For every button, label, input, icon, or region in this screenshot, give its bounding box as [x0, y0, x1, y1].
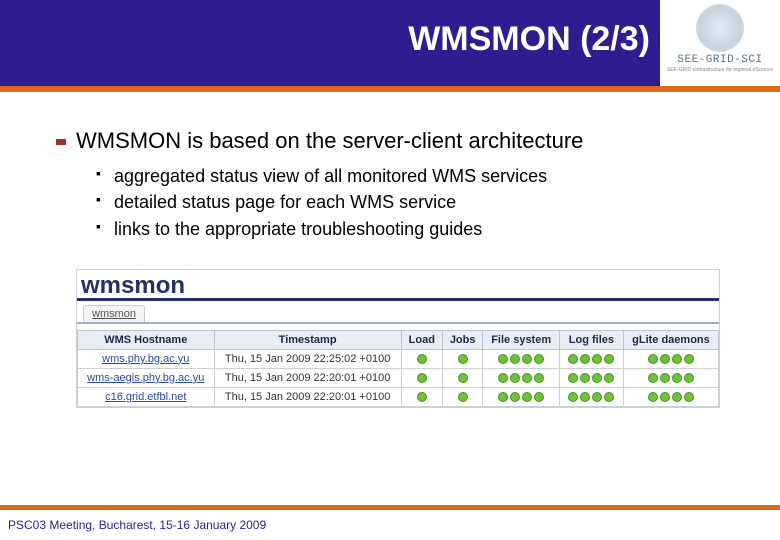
status-dot-icon — [580, 373, 590, 383]
host-link[interactable]: wms-aegis.phy.bg.ac.yu — [87, 372, 204, 384]
slide: WMSMON (2/3) SEE-GRID-SCI SEE-GRID eInfr… — [0, 0, 780, 540]
main-bullet: WMSMON is based on the server-client arc… — [56, 128, 740, 154]
cell-timestamp: Thu, 15 Jan 2009 22:20:01 +0100 — [214, 368, 401, 387]
cell-load — [401, 387, 442, 406]
status-dot-icon — [510, 373, 520, 383]
cell-logfiles — [559, 368, 623, 387]
table-row: wms-aegis.phy.bg.ac.yu Thu, 15 Jan 2009 2… — [78, 368, 719, 387]
sub-bullet: detailed status page for each WMS servic… — [96, 190, 740, 214]
status-dot-icon — [672, 373, 682, 383]
sub-bullet: aggregated status view of all monitored … — [96, 164, 740, 188]
logo-text: SEE-GRID-SCI — [660, 54, 780, 66]
cell-jobs — [442, 349, 483, 368]
col-filesystem: File system — [483, 330, 559, 349]
status-dot-icon — [498, 373, 508, 383]
slide-header: WMSMON (2/3) SEE-GRID-SCI SEE-GRID eInfr… — [0, 0, 780, 86]
status-dot-icon — [684, 373, 694, 383]
tab-wmsmon[interactable]: wmsmon — [83, 305, 145, 322]
status-dot-icon — [568, 354, 578, 364]
status-dot-icon — [604, 392, 614, 402]
status-dot-icon — [604, 373, 614, 383]
status-dot-icon — [592, 392, 602, 402]
status-dot-icon — [604, 354, 614, 364]
slide-title: WMSMON (2/3) — [408, 20, 650, 59]
table-row: c16.grid.etfbl.net Thu, 15 Jan 2009 22:20… — [78, 387, 719, 406]
col-timestamp: Timestamp — [214, 330, 401, 349]
logo-box: SEE-GRID-SCI SEE-GRID eInfrastructure fo… — [660, 0, 780, 86]
status-dot-icon — [684, 354, 694, 364]
status-dot-icon — [498, 392, 508, 402]
wmsmon-logo: wmsmon — [77, 270, 719, 301]
status-dot-icon — [458, 392, 468, 402]
host-link[interactable]: wms.phy.bg.ac.yu — [102, 353, 189, 365]
status-dot-icon — [648, 354, 658, 364]
status-table: WMS Hostname Timestamp Load Jobs File sy… — [77, 330, 719, 407]
status-dot-icon — [417, 354, 427, 364]
cell-timestamp: Thu, 15 Jan 2009 22:20:01 +0100 — [214, 387, 401, 406]
cell-daemons — [623, 368, 718, 387]
status-dot-icon — [510, 392, 520, 402]
cell-hostname: c16.grid.etfbl.net — [78, 387, 215, 406]
status-dot-icon — [660, 354, 670, 364]
cell-hostname: wms.phy.bg.ac.yu — [78, 349, 215, 368]
cell-hostname: wms-aegis.phy.bg.ac.yu — [78, 368, 215, 387]
cell-timestamp: Thu, 15 Jan 2009 22:25:02 +0100 — [214, 349, 401, 368]
logo-subtitle: SEE-GRID eInfrastructure for regional eS… — [660, 67, 780, 73]
status-dot-icon — [522, 354, 532, 364]
status-dot-icon — [684, 392, 694, 402]
status-dot-icon — [660, 373, 670, 383]
status-dot-icon — [568, 392, 578, 402]
cell-filesystem — [483, 368, 559, 387]
cell-daemons — [623, 349, 718, 368]
sub-bullet: links to the appropriate troubleshooting… — [96, 217, 740, 241]
col-logfiles: Log files — [559, 330, 623, 349]
status-dot-icon — [510, 354, 520, 364]
cell-jobs — [442, 387, 483, 406]
status-dot-icon — [592, 373, 602, 383]
status-dot-icon — [580, 392, 590, 402]
slide-content: WMSMON is based on the server-client arc… — [0, 92, 780, 408]
status-dot-icon — [522, 373, 532, 383]
status-dot-icon — [534, 354, 544, 364]
status-dot-icon — [522, 392, 532, 402]
footer-divider — [0, 505, 780, 510]
status-dot-icon — [417, 392, 427, 402]
status-dot-icon — [568, 373, 578, 383]
cell-logfiles — [559, 349, 623, 368]
sub-bullets: aggregated status view of all monitored … — [96, 164, 740, 241]
col-load: Load — [401, 330, 442, 349]
status-dot-icon — [592, 354, 602, 364]
cell-filesystem — [483, 349, 559, 368]
cell-jobs — [442, 368, 483, 387]
globe-icon — [696, 4, 744, 52]
status-dot-icon — [660, 392, 670, 402]
table-row: wms.phy.bg.ac.yu Thu, 15 Jan 2009 22:25:0… — [78, 349, 719, 368]
status-dot-icon — [498, 354, 508, 364]
host-link[interactable]: c16.grid.etfbl.net — [105, 391, 186, 403]
col-jobs: Jobs — [442, 330, 483, 349]
status-dot-icon — [672, 354, 682, 364]
cell-load — [401, 368, 442, 387]
table-header-row: WMS Hostname Timestamp Load Jobs File sy… — [78, 330, 719, 349]
status-dot-icon — [458, 373, 468, 383]
cell-filesystem — [483, 387, 559, 406]
status-dot-icon — [534, 373, 544, 383]
cell-logfiles — [559, 387, 623, 406]
status-dot-icon — [417, 373, 427, 383]
status-dot-icon — [580, 354, 590, 364]
status-dot-icon — [672, 392, 682, 402]
col-hostname: WMS Hostname — [78, 330, 215, 349]
tab-row: wmsmon — [77, 301, 719, 324]
status-dot-icon — [648, 373, 658, 383]
status-dot-icon — [534, 392, 544, 402]
status-dot-icon — [458, 354, 468, 364]
footer-text: PSC03 Meeting, Bucharest, 15-16 January … — [8, 518, 266, 532]
cell-load — [401, 349, 442, 368]
wmsmon-screenshot: wmsmon wmsmon WMS Hostname Timestamp Loa… — [76, 269, 720, 408]
status-dot-icon — [648, 392, 658, 402]
cell-daemons — [623, 387, 718, 406]
col-daemons: gLite daemons — [623, 330, 718, 349]
